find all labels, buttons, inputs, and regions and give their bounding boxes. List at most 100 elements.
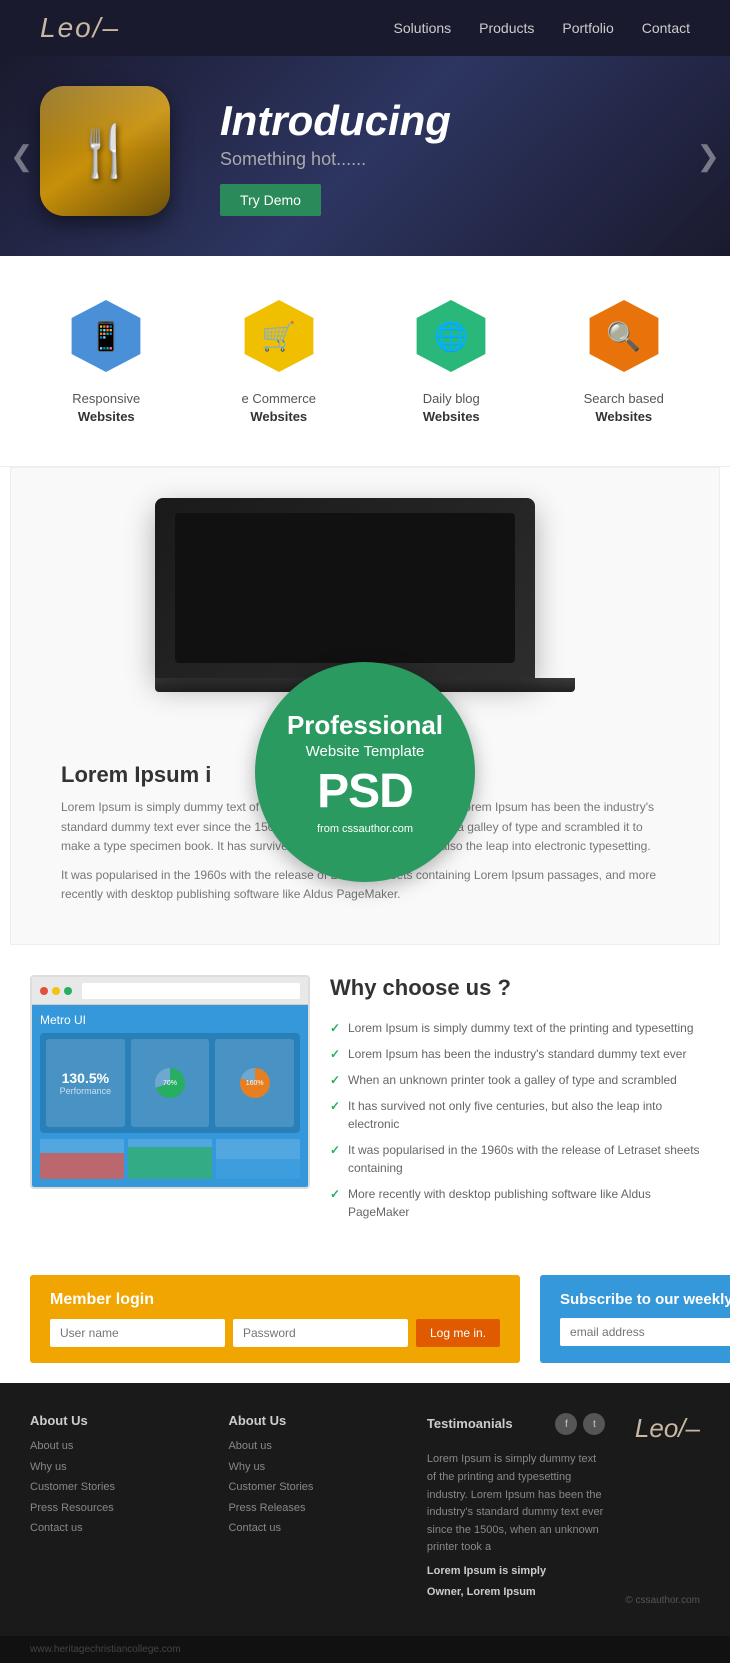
- feature-search-hexagon: 🔍: [584, 296, 664, 376]
- laptop-screen: [175, 513, 515, 663]
- footer: About Us About us Why us Customer Storie…: [0, 1383, 730, 1636]
- ecommerce-icon: 🛒: [261, 320, 296, 353]
- footer-col1-heading: About Us: [30, 1413, 208, 1428]
- feature-search-label: Search basedWebsites: [584, 390, 664, 426]
- username-input[interactable]: [50, 1319, 225, 1347]
- donut1-value: 70%: [163, 1080, 177, 1087]
- hero-next-arrow[interactable]: ❯: [697, 140, 720, 173]
- bar-chart-3: [216, 1139, 300, 1179]
- nav-contact[interactable]: Contact: [642, 20, 690, 36]
- why-item-6: More recently with desktop publishing so…: [330, 1181, 700, 1225]
- footer-customers-link[interactable]: Customer Stories: [30, 1479, 208, 1496]
- nav-solutions[interactable]: Solutions: [394, 20, 452, 36]
- cta-section: Member login Log me in. Subscribe to our…: [0, 1255, 730, 1383]
- hero-prev-arrow[interactable]: ❮: [10, 140, 33, 173]
- footer-about-link[interactable]: About us: [30, 1438, 208, 1455]
- member-login-box: Member login Log me in.: [30, 1275, 520, 1363]
- donut-chart-1: 70%: [155, 1068, 185, 1098]
- navigation: Leo/– Solutions Products Portfolio Conta…: [0, 0, 730, 56]
- footer-col-about2: About Us About us Why us Customer Storie…: [228, 1413, 406, 1606]
- hero-section: ❮ 🍴 Introducing Something hot...... Try …: [0, 56, 730, 256]
- hero-text: Introducing Something hot...... Try Demo: [220, 97, 451, 216]
- footer-social-icons: f t: [555, 1413, 605, 1435]
- why-item-1: Lorem Ipsum is simply dummy text of the …: [330, 1015, 700, 1041]
- why-item-5: It was popularised in the 1960s with the…: [330, 1137, 700, 1181]
- feature-blog[interactable]: 🌐 Daily blogWebsites: [375, 296, 527, 426]
- testimonial-author: Lorem Ipsum is simply: [427, 1565, 546, 1577]
- why-browser-mockup: Metro UI 130.5% Performance 70% 160%: [30, 975, 310, 1189]
- footer-logo: Leo/–: [635, 1413, 700, 1444]
- nav-portfolio[interactable]: Portfolio: [562, 20, 613, 36]
- metric-donut2: 160%: [215, 1039, 294, 1127]
- metric-performance-value: 130.5%: [62, 1070, 109, 1086]
- testimonial-author2: Owner, Lorem Ipsum: [427, 1586, 536, 1598]
- search-icon: 🔍: [606, 320, 641, 353]
- promo-source: from cssauthor.com: [317, 823, 413, 835]
- social-twitter-icon[interactable]: t: [583, 1413, 605, 1435]
- testimonial-text: Lorem Ipsum is simply dummy text of the …: [427, 1451, 605, 1557]
- hero-subtitle: Something hot......: [220, 149, 451, 170]
- footer-about2-link[interactable]: About us: [228, 1438, 406, 1455]
- footer-press-link[interactable]: Press Resources: [30, 1500, 208, 1517]
- login-fields: Log me in.: [50, 1319, 500, 1347]
- footer-contact-link[interactable]: Contact us: [30, 1520, 208, 1537]
- browser-min-dot: [52, 987, 60, 995]
- browser-close-dot: [40, 987, 48, 995]
- why-heading: Why choose us ?: [330, 975, 700, 1001]
- laptop-screen-outer: [155, 498, 535, 678]
- why-text: Why choose us ? Lorem Ipsum is simply du…: [330, 975, 700, 1225]
- metrics-container: 130.5% Performance 70% 160%: [40, 1033, 300, 1133]
- promo-line1: Professional: [287, 710, 443, 741]
- hero-cta-button[interactable]: Try Demo: [220, 184, 321, 216]
- metric-performance-label: Performance: [60, 1086, 112, 1096]
- footer-bottom: www.heritagechristiancollege.com: [0, 1636, 730, 1663]
- social-facebook-icon[interactable]: f: [555, 1413, 577, 1435]
- newsletter-box: Subscribe to our weekly newsletter Subsc…: [540, 1275, 730, 1363]
- promo-circle: Professional Website Template PSD from c…: [255, 662, 475, 882]
- feature-blog-label: Daily blogWebsites: [423, 390, 480, 426]
- member-login-heading: Member login: [50, 1291, 500, 1309]
- feature-responsive[interactable]: 📱 ResponsiveWebsites: [30, 296, 182, 426]
- bar-charts: [40, 1139, 300, 1179]
- login-button[interactable]: Log me in.: [416, 1319, 500, 1347]
- feature-ecommerce-hexagon: 🛒: [239, 296, 319, 376]
- mockup-section: Professional Website Template PSD from c…: [10, 467, 720, 945]
- browser-title: Metro UI: [40, 1013, 300, 1027]
- newsletter-fields: Subscribe: [560, 1318, 730, 1346]
- hero-app-icon: 🍴: [40, 86, 180, 226]
- newsletter-heading: Subscribe to our weekly newsletter: [560, 1291, 730, 1308]
- metric-performance: 130.5% Performance: [46, 1039, 125, 1127]
- browser-max-dot: [64, 987, 72, 995]
- promo-psd: PSD: [317, 764, 413, 819]
- footer-press2-link[interactable]: Press Releases: [228, 1500, 406, 1517]
- footer-col-about1: About Us About us Why us Customer Storie…: [30, 1413, 208, 1606]
- why-item-2: Lorem Ipsum has been the industry's stan…: [330, 1041, 700, 1067]
- footer-logo-col: Leo/– © cssauthor.com: [625, 1413, 700, 1606]
- footer-why-link[interactable]: Why us: [30, 1459, 208, 1476]
- email-input[interactable]: [560, 1318, 730, 1346]
- donut-chart-2: 160%: [240, 1068, 270, 1098]
- why-section: Metro UI 130.5% Performance 70% 160%: [0, 945, 730, 1255]
- browser-content: Metro UI 130.5% Performance 70% 160%: [32, 1005, 308, 1187]
- nav-logo: Leo/–: [40, 12, 120, 44]
- password-input[interactable]: [233, 1319, 408, 1347]
- footer-col-testimonials: Testimoanials f t Lorem Ipsum is simply …: [427, 1413, 605, 1606]
- footer-why2-link[interactable]: Why us: [228, 1459, 406, 1476]
- browser-url-bar: [82, 983, 300, 999]
- hero-title: Introducing: [220, 97, 451, 145]
- footer-col2-heading: About Us: [228, 1413, 406, 1428]
- footer-customers2-link[interactable]: Customer Stories: [228, 1479, 406, 1496]
- footer-testimonials-heading: Testimoanials: [427, 1416, 513, 1431]
- bar-chart-1: [40, 1139, 124, 1179]
- feature-search[interactable]: 🔍 Search basedWebsites: [548, 296, 700, 426]
- bar-chart-2: [128, 1139, 212, 1179]
- footer-url: www.heritagechristiancollege.com: [30, 1644, 181, 1655]
- nav-products[interactable]: Products: [479, 20, 534, 36]
- feature-ecommerce[interactable]: 🛒 e CommerceWebsites: [203, 296, 355, 426]
- features-section: 📱 ResponsiveWebsites 🛒 e CommerceWebsite…: [0, 256, 730, 467]
- footer-contact2-link[interactable]: Contact us: [228, 1520, 406, 1537]
- why-item-4: It has survived not only five centuries,…: [330, 1093, 700, 1137]
- app-icon-image: 🍴: [74, 122, 136, 181]
- promo-line2: Website Template: [306, 743, 425, 760]
- why-list: Lorem Ipsum is simply dummy text of the …: [330, 1015, 700, 1225]
